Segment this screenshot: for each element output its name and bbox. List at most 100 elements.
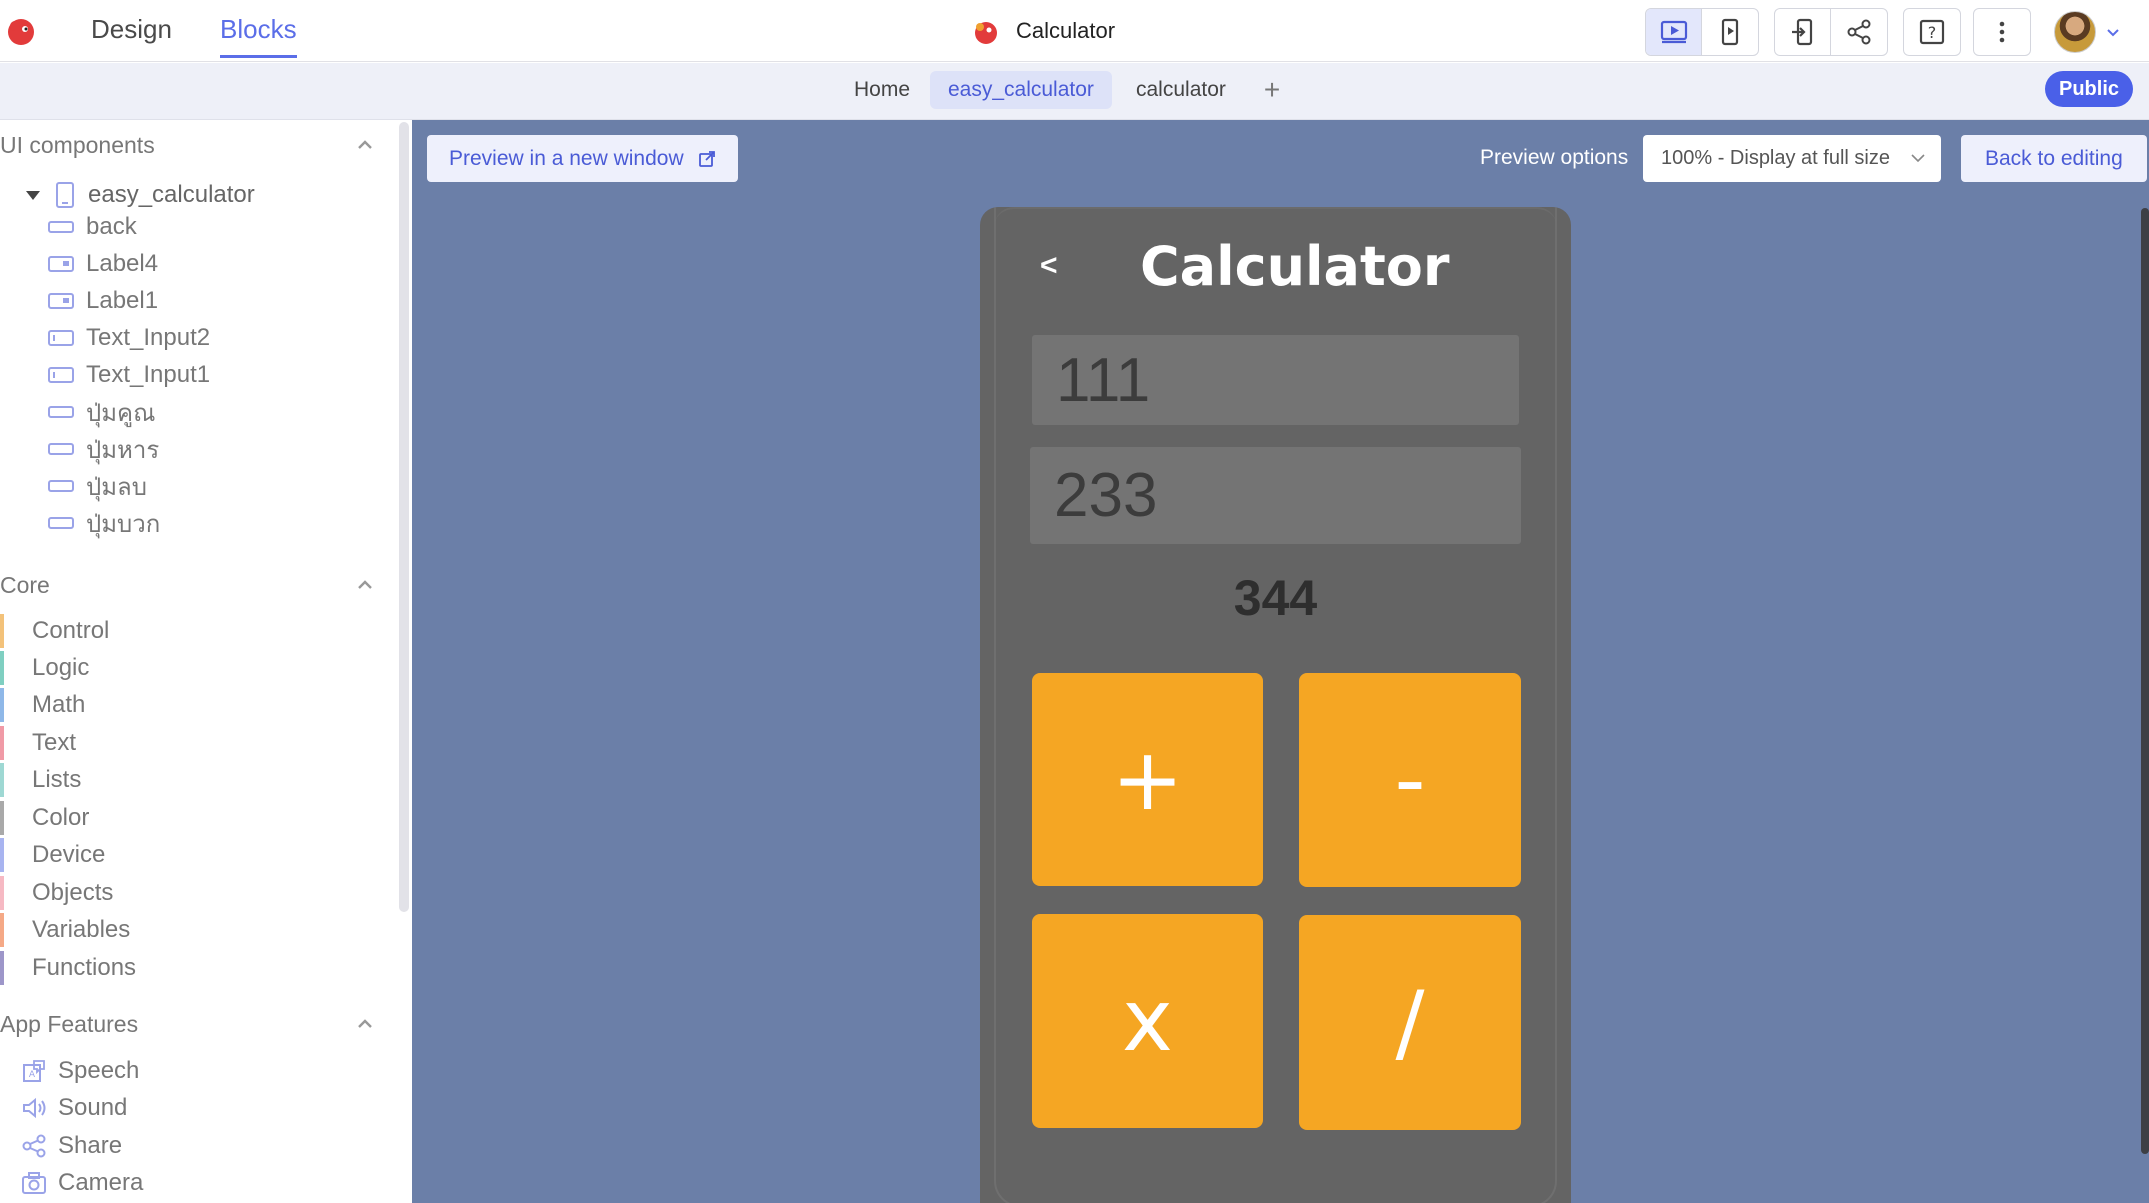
ui-components-heading[interactable]: UI components [0, 132, 155, 159]
component-label: Label1 [86, 287, 159, 314]
feature-item-camera[interactable]: Camera [20, 1166, 143, 1200]
share-button[interactable] [1831, 9, 1887, 55]
subtract-button[interactable]: - [1299, 673, 1521, 887]
core-item-text[interactable]: Text [0, 726, 76, 760]
core-item-logic[interactable]: Logic [0, 651, 89, 685]
core-item-label: Device [32, 841, 106, 868]
component-item[interactable]: Label1 [48, 284, 158, 318]
preview-new-window-button[interactable]: Preview in a new window [427, 135, 738, 182]
core-item-control[interactable]: Control [0, 614, 109, 648]
divide-button[interactable]: / [1299, 915, 1521, 1130]
component-item[interactable]: Label4 [48, 247, 158, 281]
button-icon [48, 406, 74, 418]
svg-text:A: A [29, 1070, 36, 1080]
avatar[interactable] [2054, 11, 2096, 53]
feature-item-label: Camera [58, 1169, 144, 1196]
more-icon [1999, 21, 2005, 43]
label-icon [48, 293, 74, 309]
screen-tab-calculator[interactable]: calculator [1118, 71, 1244, 109]
screen-tabs-bar: Home easy_calculator calculator + Public [0, 63, 2149, 120]
component-label: ปุ่มลบ [86, 473, 147, 501]
core-heading[interactable]: Core [0, 572, 50, 599]
app-heading: Calculator [1140, 235, 1450, 298]
chevron-up-icon[interactable] [354, 134, 376, 156]
category-color-bar [0, 951, 4, 985]
core-item-label: Variables [32, 916, 131, 943]
component-label: ปุ่มคูณ [86, 399, 156, 427]
core-item-label: Text [32, 729, 77, 756]
multiply-button[interactable]: x [1032, 914, 1263, 1128]
component-item[interactable]: ปุ่มหาร [48, 432, 159, 466]
component-item[interactable]: ปุ่มบวก [48, 506, 160, 540]
more-button-group [1973, 8, 2031, 56]
core-item-color[interactable]: Color [0, 801, 89, 835]
component-item[interactable]: Text_Input2 [48, 321, 210, 355]
number-input-2[interactable]: 233 [1030, 447, 1521, 544]
help-button[interactable]: ? [1904, 9, 1960, 55]
preview-new-window-label: Preview in a new window [449, 146, 684, 170]
core-item-functions[interactable]: Functions [0, 951, 136, 985]
camera-icon [22, 1172, 46, 1194]
component-label: ปุ่มหาร [86, 436, 160, 464]
category-color-bar [0, 913, 4, 947]
category-color-bar [0, 688, 4, 722]
app-title-area: Calculator [970, 14, 1115, 48]
app-features-heading[interactable]: App Features [0, 1011, 138, 1038]
play-preview-button[interactable] [1646, 9, 1702, 55]
share-icon [1847, 19, 1871, 45]
tree-root-screen[interactable]: easy_calculator [26, 177, 255, 213]
add-screen-button[interactable]: + [1260, 71, 1284, 109]
core-item-math[interactable]: Math [0, 688, 85, 722]
feature-item-label: Sound [58, 1094, 128, 1121]
component-label: Label4 [86, 250, 159, 277]
export-icon [1791, 18, 1812, 46]
core-item-label: Functions [32, 954, 137, 981]
phone-preview-icon [1721, 18, 1739, 46]
chevron-up-icon[interactable] [354, 1013, 376, 1035]
caret-down-icon[interactable] [26, 190, 40, 200]
external-link-icon [698, 150, 715, 167]
feature-item-sound[interactable]: Sound [20, 1091, 127, 1125]
phone-preview-button[interactable] [1702, 9, 1758, 55]
phone-screen-icon [56, 182, 74, 208]
sidebar-scrollbar[interactable] [399, 122, 409, 912]
preview-scrollbar[interactable] [2141, 208, 2149, 1154]
number-input-1[interactable]: 111 [1032, 335, 1519, 425]
category-color-bar [0, 801, 4, 835]
preview-button-group [1645, 8, 1759, 56]
component-item[interactable]: back [48, 210, 137, 244]
top-bar: Design Blocks Calculator ? [0, 0, 2149, 62]
core-item-device[interactable]: Device [0, 838, 105, 872]
preview-area: Preview in a new window Preview options … [412, 120, 2149, 1203]
chevron-up-icon[interactable] [354, 574, 376, 596]
tab-design[interactable]: Design [91, 14, 172, 55]
back-to-editing-button[interactable]: Back to editing [1961, 135, 2147, 182]
core-item-variables[interactable]: Variables [0, 913, 130, 947]
chevron-down-icon[interactable] [2104, 24, 2122, 42]
app-back-button[interactable]: < [1040, 249, 1058, 283]
component-item[interactable]: ปุ่มลบ [48, 469, 147, 503]
share-icon [22, 1134, 46, 1158]
button-icon [48, 443, 74, 455]
core-item-objects[interactable]: Objects [0, 876, 113, 910]
phone-preview: < Calculator 111 233 344 + - x / [980, 207, 1571, 1203]
sound-icon [23, 1097, 46, 1119]
core-item-label: Control [32, 617, 110, 644]
public-badge[interactable]: Public [2045, 71, 2134, 107]
component-item[interactable]: Text_Input1 [48, 358, 210, 392]
more-button[interactable] [1974, 9, 2030, 55]
component-item[interactable]: ปุ่มคูณ [48, 395, 155, 429]
app-logo-icon[interactable] [4, 14, 38, 48]
screen-tab-easy-calculator[interactable]: easy_calculator [930, 71, 1112, 109]
add-button[interactable]: + [1032, 673, 1263, 886]
screen-tab-home[interactable]: Home [836, 71, 928, 109]
feature-item-speech[interactable]: A Speech [20, 1054, 139, 1088]
label-icon [48, 256, 74, 272]
core-item-lists[interactable]: Lists [0, 763, 81, 797]
feature-item-share[interactable]: Share [20, 1129, 122, 1163]
sidebar: UI components easy_calculator back Label… [0, 120, 412, 1203]
help-button-group: ? [1903, 8, 1961, 56]
zoom-select[interactable]: 100% - Display at full size [1643, 135, 1941, 182]
export-button[interactable] [1775, 9, 1831, 55]
tab-blocks[interactable]: Blocks [220, 14, 297, 58]
